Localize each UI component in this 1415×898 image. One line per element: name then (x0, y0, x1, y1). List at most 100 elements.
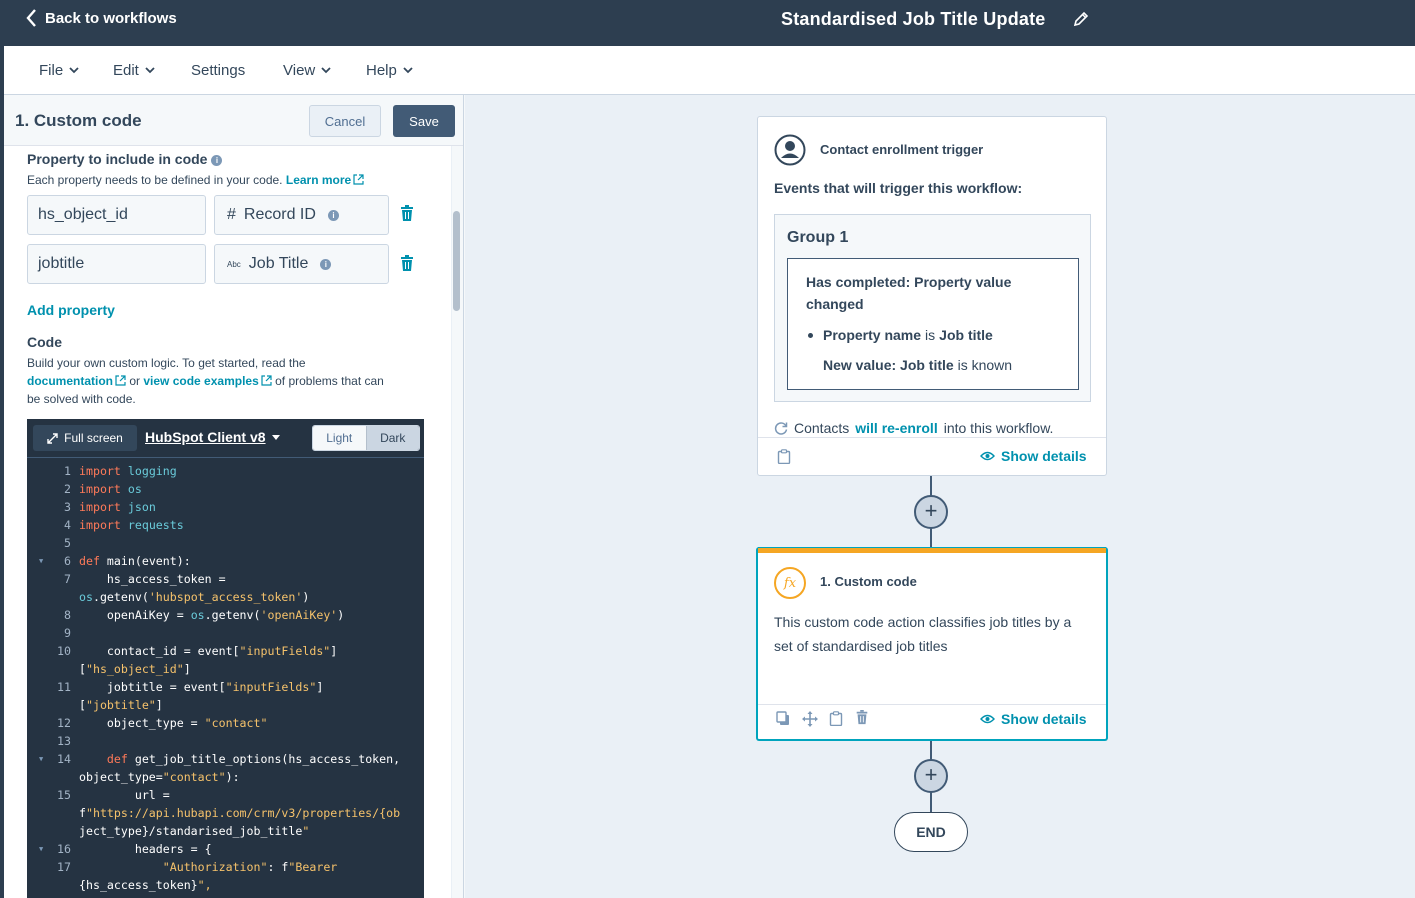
code-line[interactable]: f"https://api.hubapi.com/crm/v3/properti… (27, 804, 424, 822)
menu-view[interactable]: View (283, 62, 331, 79)
code-line[interactable]: 13 (27, 732, 424, 750)
code-line[interactable]: ["hs_object_id"] (27, 660, 424, 678)
code-line[interactable]: 10 contact_id = event["inputFields"] (27, 642, 424, 660)
add-action-button[interactable]: + (914, 759, 948, 793)
code-line[interactable]: 5 (27, 534, 424, 552)
line-number: 14 ▼ (39, 750, 71, 768)
code-editor[interactable]: Full screen HubSpot Client v8 Light Dark… (27, 419, 424, 898)
client-version-select[interactable]: HubSpot Client v8 (145, 429, 280, 445)
code-line[interactable]: 16 ▼ headers = { (27, 840, 424, 858)
reenroll-link[interactable]: will re-enroll (855, 420, 937, 436)
dark-theme-button[interactable]: Dark (365, 426, 419, 450)
fold-arrow-icon[interactable]: ▼ (39, 750, 43, 768)
documentation-link[interactable]: documentation (27, 374, 113, 388)
clipboard-icon[interactable] (829, 711, 843, 726)
add-action-button[interactable]: + (914, 495, 948, 529)
property-name-field[interactable]: hs_object_id (27, 195, 206, 235)
top-bar: Back to workflows Standardised Job Title… (0, 0, 1415, 46)
code-line[interactable]: {hs_access_token}", (27, 876, 424, 894)
code-line[interactable]: 2 import os (27, 480, 424, 498)
add-property-link[interactable]: Add property (27, 302, 115, 318)
property-select[interactable]: Abc Job Title i (214, 244, 389, 284)
trash-icon[interactable] (400, 255, 414, 272)
code-line[interactable]: 8 openAiKey = os.getenv('openAiKey') (27, 606, 424, 624)
code-line[interactable]: object_type="contact"): (27, 768, 424, 786)
code-text: contact_id = event["inputFields"] (79, 644, 338, 658)
pencil-icon[interactable] (1073, 11, 1089, 27)
menu-help[interactable]: Help (366, 62, 413, 79)
back-to-workflows-link[interactable]: Back to workflows (26, 9, 177, 27)
trigger-show-details[interactable]: Show details (980, 448, 1087, 464)
code-line[interactable]: ject_type}/standarised_job_title" (27, 822, 424, 840)
fullscreen-label: Full screen (64, 431, 123, 445)
code-line[interactable]: 6 ▼ def main(event): (27, 552, 424, 570)
property-label: Property to include in code i (27, 151, 223, 167)
workflow-title[interactable]: Standardised Job Title Update (781, 9, 1046, 30)
code-text: url = (79, 788, 170, 802)
action-show-details[interactable]: Show details (980, 711, 1087, 727)
code-line[interactable]: 9 (27, 624, 424, 642)
code-line[interactable]: 15 url = (27, 786, 424, 804)
panel-scrollbar-thumb[interactable] (453, 211, 460, 311)
line-number: 15 (57, 788, 71, 802)
menu-view-label: View (283, 62, 316, 79)
copy-icon[interactable] (776, 711, 790, 726)
property-select[interactable]: # Record ID i (214, 195, 389, 235)
clipboard-icon[interactable] (777, 449, 791, 464)
menu-settings[interactable]: Settings (191, 62, 245, 79)
info-icon[interactable]: i (327, 209, 339, 221)
property-name-field[interactable]: jobtitle (27, 244, 206, 284)
code-text: import os (79, 482, 142, 496)
code-line[interactable]: 1 import logging (27, 462, 424, 480)
code-line[interactable]: 7 hs_access_token = (27, 570, 424, 588)
trigger-group[interactable]: Group 1 Has completed: Property value ch… (774, 214, 1091, 402)
fold-arrow-icon[interactable]: ▼ (39, 552, 43, 570)
line-number (27, 696, 79, 714)
code-lines[interactable]: 1 import logging 2 import os 3 import json 4 im… (27, 462, 424, 894)
move-icon[interactable] (802, 711, 818, 727)
info-icon[interactable]: i (320, 258, 332, 270)
code-line[interactable]: 11 jobtitle = event["inputFields"] (27, 678, 424, 696)
group-title: Group 1 (787, 229, 849, 246)
learn-more-link[interactable]: Learn more (286, 173, 351, 187)
info-icon[interactable]: i (211, 155, 223, 166)
function-icon: fx (774, 567, 806, 599)
events-label: Events that will trigger this workflow: (774, 180, 1023, 196)
save-button[interactable]: Save (393, 105, 455, 137)
code-examples-link[interactable]: view code examples (143, 374, 258, 388)
cancel-button[interactable]: Cancel (309, 105, 381, 137)
code-line[interactable]: 17 "Authorization": f"Bearer (27, 858, 424, 876)
trash-icon[interactable] (400, 205, 414, 222)
line-number (27, 804, 79, 822)
fullscreen-button[interactable]: Full screen (33, 425, 137, 451)
line-number (27, 768, 79, 786)
back-label: Back to workflows (45, 9, 177, 27)
trash-icon[interactable] (855, 710, 869, 725)
code-help-3: be solved with code. (27, 392, 136, 406)
connector-line (930, 741, 932, 761)
card-divider (758, 437, 1106, 438)
line-number: 10 (57, 644, 71, 658)
line-number: 4 (64, 518, 71, 532)
menu-file[interactable]: File (39, 62, 79, 79)
code-text: object_type="contact"): (79, 770, 240, 784)
light-theme-button[interactable]: Light (313, 426, 366, 450)
code-line[interactable]: ["jobtitle"] (27, 696, 424, 714)
trigger-card[interactable]: Contact enrollment trigger Events that w… (757, 116, 1107, 476)
code-line[interactable]: 3 import json (27, 498, 424, 516)
custom-code-action-card[interactable]: fx 1. Custom code This custom code actio… (756, 547, 1108, 741)
panel-header: 1. Custom code Cancel Save (4, 95, 463, 146)
external-link-icon (115, 375, 126, 386)
connector-line (930, 528, 932, 549)
trigger-filter[interactable]: Has completed: Property value changed Pr… (787, 258, 1079, 390)
code-text: "Authorization": f"Bearer (162, 860, 338, 874)
code-line[interactable]: 14 ▼ def get_job_title_options(hs_access_… (27, 750, 424, 768)
fold-arrow-icon[interactable]: ▼ (39, 840, 43, 858)
chevron-down-icon (321, 67, 331, 74)
code-line[interactable]: 12 object_type = "contact" (27, 714, 424, 732)
code-text: ["hs_object_id"] (79, 662, 191, 676)
code-line[interactable]: 4 import requests (27, 516, 424, 534)
line-number: 9 (64, 626, 71, 640)
code-line[interactable]: os.getenv('hubspot_access_token') (27, 588, 424, 606)
menu-edit[interactable]: Edit (113, 62, 155, 79)
